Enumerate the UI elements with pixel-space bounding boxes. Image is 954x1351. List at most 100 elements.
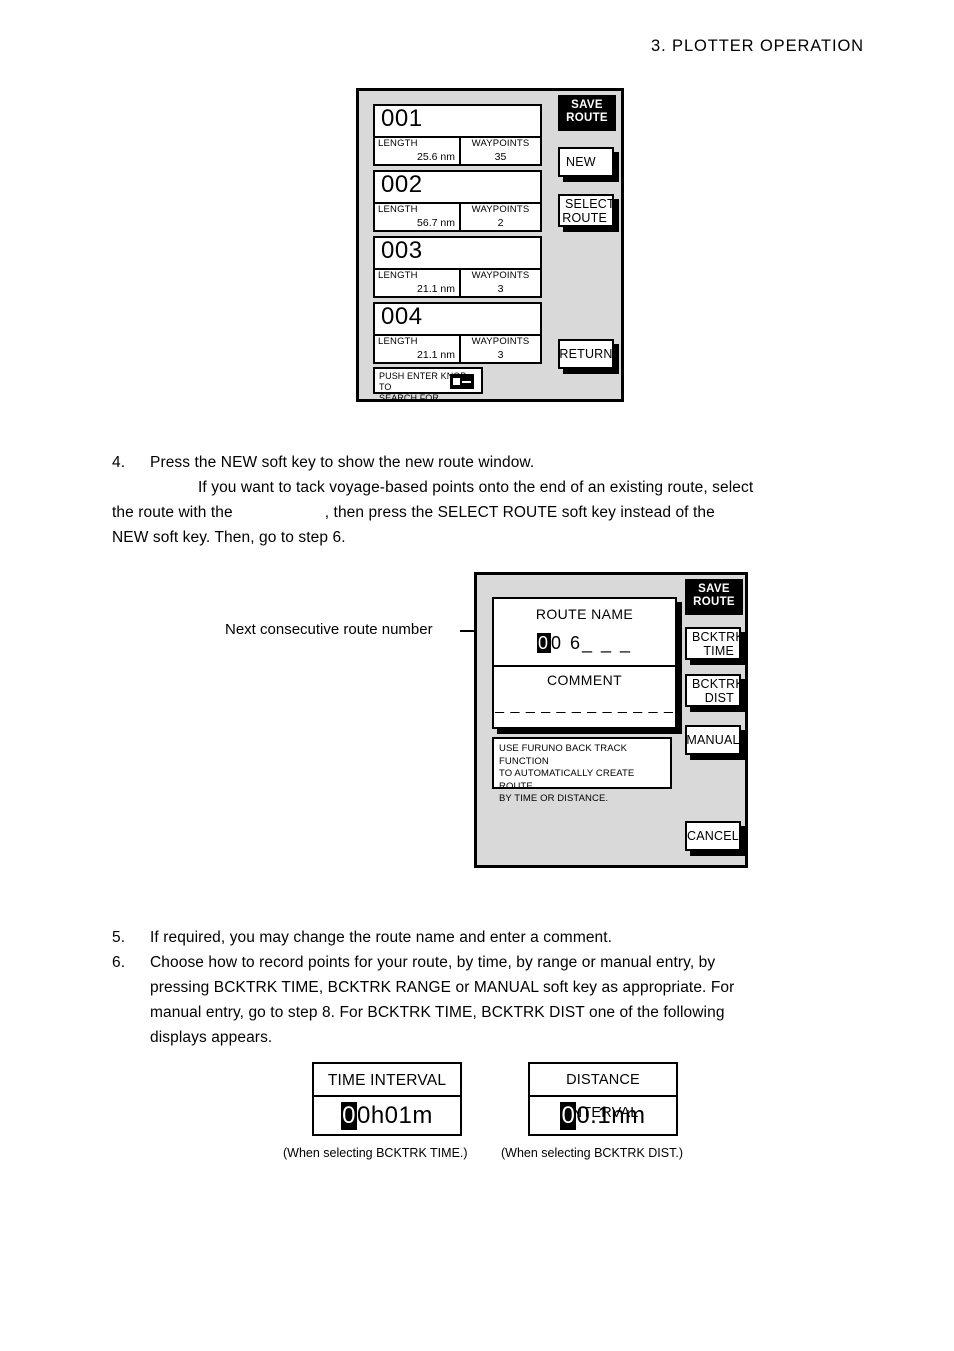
comment-blanks: _ _ _ _ _ _ _ _ _ _ _ _: [495, 697, 674, 714]
softkey-header-line2: ROUTE: [566, 112, 608, 124]
search-hint-box: PUSH ENTER KNOB TO SEARCH FOR: [373, 367, 483, 403]
softkey-header-line2: ROUTE: [693, 596, 735, 608]
route-waypoints-cell: WAYPOINTS 2: [461, 204, 540, 230]
softkey-manual[interactable]: MANUAL: [685, 725, 746, 760]
step-6-line-1: Choose how to record points for your rou…: [150, 954, 716, 971]
route-detail-row: LENGTH 21.1 nm WAYPOINTS 3: [375, 334, 540, 362]
softkey-return-label: RETURN: [559, 347, 613, 361]
softkey-new-face[interactable]: NEW: [558, 147, 614, 177]
softkey-bcktrk-time-face[interactable]: BCKTRK TIME: [685, 627, 744, 660]
route-length-label: LENGTH: [378, 204, 418, 215]
step-4-line-4: NEW soft key. Then, go to step 6.: [112, 529, 346, 546]
route-length-label: LENGTH: [378, 336, 418, 347]
step-6-line-2: pressing BCKTRK TIME, BCKTRK RANGE or MA…: [150, 979, 735, 996]
softkey-bcktrk-dist[interactable]: BCKTRK DIST: [685, 674, 746, 712]
distance-interval-cursor: 0: [560, 1101, 577, 1130]
route-name-rest: 0 6: [550, 633, 582, 653]
time-interval-rest: 0h01m: [356, 1101, 433, 1129]
softkey-bcktrk-time-label-line1: BCKTRK: [692, 629, 744, 644]
callout-label-next-route-number: Next consecutive route number: [225, 621, 433, 638]
field-divider: [494, 665, 675, 667]
softkey-return-face[interactable]: RETURN: [558, 339, 614, 369]
route-number: 003: [381, 237, 423, 264]
route-length-value: 56.7 nm: [417, 217, 455, 229]
route-length-value: 21.1 nm: [417, 283, 455, 295]
route-waypoints-value: 3: [497, 349, 504, 361]
comment-label: COMMENT: [546, 672, 623, 688]
time-interval-value[interactable]: 0 0h01m: [314, 1097, 460, 1134]
comment-value[interactable]: _ _ _ _ _ _ _ _ _ _ _ _: [494, 697, 675, 715]
route-name-blanks: _ _ _: [582, 633, 633, 653]
softkey-new[interactable]: NEW: [558, 147, 619, 182]
backtrack-hint-line3: BY TIME OR DISTANCE.: [499, 793, 609, 804]
time-interval-cursor: 0: [341, 1101, 357, 1130]
distance-interval-caption: (When selecting BCKTRK DIST.): [501, 1146, 683, 1160]
step-5-number: 5.: [112, 929, 126, 946]
backtrack-hint-line2: TO AUTOMATICALLY CREATE ROUTE: [499, 768, 635, 792]
page-header: 3. PLOTTER OPERATION: [651, 37, 864, 55]
step-6-number: 6.: [112, 954, 126, 971]
step-5-text: If required, you may change the route na…: [150, 929, 613, 946]
softkey-select-route-label-line1: SELECT: [565, 196, 615, 211]
softkey-new-label: NEW: [566, 155, 596, 169]
softkey-cancel-label: CANCEL: [687, 829, 739, 843]
softkey-manual-face[interactable]: MANUAL: [685, 725, 741, 755]
route-length-value: 21.1 nm: [417, 349, 455, 361]
step-4-line-3-after: , then press the SELECT ROUTE soft key i…: [324, 504, 715, 521]
softkey-bcktrk-dist-face[interactable]: BCKTRK DIST: [685, 674, 744, 707]
softkey-bcktrk-dist-label-line2: DIST: [704, 690, 734, 705]
step-4-line-3: the route with the , then press the SELEC…: [112, 500, 872, 525]
distance-interval-box: DISTANCE INTERVAL 0 0.1nm: [528, 1062, 678, 1136]
softkey-return[interactable]: RETURN: [558, 339, 619, 374]
backtrack-hint-box: USE FURUNO BACK TRACK FUNCTION TO AUTOMA…: [492, 737, 672, 804]
softkey-cancel[interactable]: CANCEL: [685, 821, 746, 856]
route-card[interactable]: 002 LENGTH 56.7 nm WAYPOINTS 2: [373, 170, 542, 232]
route-length-cell: LENGTH 56.7 nm: [375, 204, 461, 230]
softkey-header-save-route: SAVE ROUTE: [685, 579, 743, 615]
route-name-value[interactable]: 00 6_ _ _: [494, 633, 675, 654]
time-interval-box: TIME INTERVAL 0 0h01m: [312, 1062, 462, 1136]
route-waypoints-value: 2: [497, 217, 504, 229]
step-4-line-1: Press the NEW soft key to show the new r…: [150, 454, 535, 471]
step-4-line-3-before: the route with the: [112, 504, 233, 521]
route-waypoints-cell: WAYPOINTS 3: [461, 270, 540, 296]
route-length-label: LENGTH: [378, 138, 418, 149]
route-name-comment-group: ROUTE NAME 00 6_ _ _ COMMENT _ _ _ _ _ _…: [492, 597, 677, 729]
step-6-line-4: displays appears.: [150, 1029, 273, 1046]
route-waypoints-label: WAYPOINTS: [471, 336, 530, 347]
softkey-manual-label: MANUAL: [686, 733, 740, 747]
route-number: 001: [381, 105, 423, 132]
distance-interval-value[interactable]: 0 0.1nm: [530, 1097, 676, 1134]
route-card[interactable]: 001 LENGTH 25.6 nm WAYPOINTS 35: [373, 104, 542, 166]
softkey-cancel-face[interactable]: CANCEL: [685, 821, 741, 851]
route-detail-row: LENGTH 21.1 nm WAYPOINTS 3: [375, 268, 540, 296]
route-waypoints-cell: WAYPOINTS 3: [461, 336, 540, 362]
step-4-line-2: If you want to tack voyage-based points …: [198, 479, 754, 496]
route-waypoints-value: 35: [494, 151, 507, 163]
step-6-text: Choose how to record points for your rou…: [150, 950, 872, 1050]
distance-interval-title: DISTANCE INTERVAL: [530, 1064, 676, 1121]
route-name-label: ROUTE NAME: [535, 606, 634, 622]
route-waypoints-label: WAYPOINTS: [471, 204, 530, 215]
softkey-select-route-face[interactable]: SELECT ROUTE: [558, 194, 615, 227]
softkey-bcktrk-time-label-line2: TIME: [703, 643, 734, 658]
route-length-label: LENGTH: [378, 270, 418, 281]
softkey-header-line1: SAVE: [698, 583, 730, 595]
softkey-select-route[interactable]: SELECT ROUTE: [558, 194, 619, 232]
route-card[interactable]: 004 LENGTH 21.1 nm WAYPOINTS 3: [373, 302, 542, 364]
route-length-cell: LENGTH 21.1 nm: [375, 270, 461, 296]
search-hint-line2: SEARCH FOR: [379, 393, 440, 403]
route-waypoints-cell: WAYPOINTS 35: [461, 138, 540, 164]
distance-interval-rest: 0.1nm: [576, 1101, 646, 1129]
route-length-cell: LENGTH 25.6 nm: [375, 138, 461, 164]
route-name-cursor: 0: [536, 633, 551, 653]
route-detail-row: LENGTH 56.7 nm WAYPOINTS 2: [375, 202, 540, 230]
figure-new-route-panel: ROUTE NAME 00 6_ _ _ COMMENT _ _ _ _ _ _…: [474, 572, 748, 868]
route-card[interactable]: 003 LENGTH 21.1 nm WAYPOINTS 3: [373, 236, 542, 298]
route-length-value: 25.6 nm: [417, 151, 455, 163]
figure-route-list-panel: 001 LENGTH 25.6 nm WAYPOINTS 35 002 LENG…: [356, 88, 624, 403]
softkey-select-route-label-line2: ROUTE: [562, 210, 607, 225]
time-interval-caption: (When selecting BCKTRK TIME.): [283, 1146, 468, 1160]
step-4-text: Press the NEW soft key to show the new r…: [112, 450, 872, 550]
softkey-bcktrk-time[interactable]: BCKTRK TIME: [685, 627, 746, 665]
